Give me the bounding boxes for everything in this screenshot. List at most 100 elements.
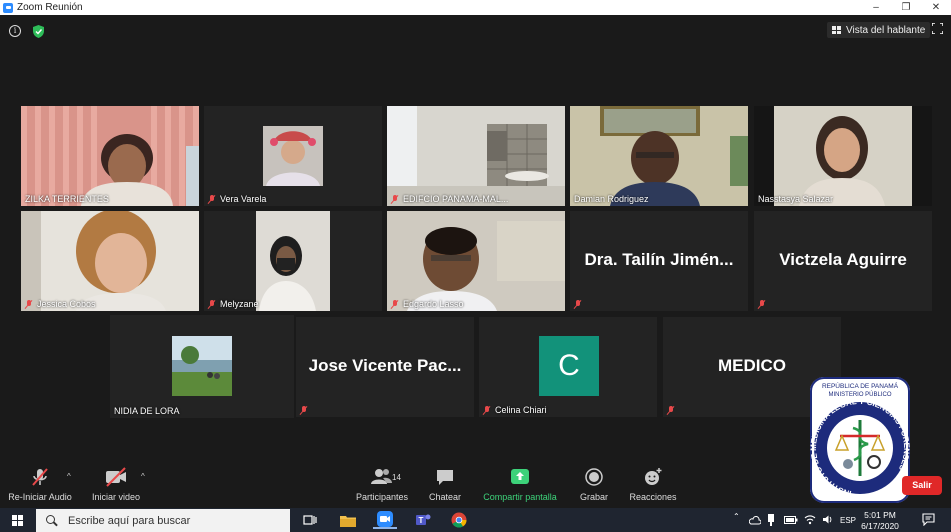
- tray-chevron-icon[interactable]: ⌃: [733, 512, 740, 521]
- close-window-button[interactable]: ✕: [921, 2, 951, 13]
- participant-video: [387, 211, 565, 311]
- clock-time: 5:01 PM: [864, 510, 896, 520]
- participant-name: Melyzane: [208, 299, 259, 309]
- video-tile-melyzane[interactable]: Melyzane: [204, 211, 382, 311]
- windows-start-icon[interactable]: [12, 515, 23, 526]
- taskbar-search[interactable]: [36, 509, 290, 532]
- participant-name: [667, 406, 679, 415]
- minimize-button[interactable]: –: [861, 2, 891, 13]
- search-icon: [46, 514, 58, 527]
- windows-taskbar: T ⌃ ESP 5:01 PM 6/17/2020: [0, 508, 951, 532]
- participant-name: NIDIA DE LORA: [114, 406, 180, 416]
- audio-button[interactable]: Re-Iniciar Audio: [7, 466, 73, 502]
- usb-device-icon[interactable]: [767, 514, 775, 526]
- avatar: C: [539, 336, 599, 396]
- window-titlebar: Zoom Reunión – ❐ ✕: [0, 0, 951, 15]
- participant-video: [21, 211, 199, 311]
- participants-button[interactable]: 14 Participantes: [354, 466, 410, 502]
- video-tile-edificio[interactable]: EDIFCIO PANAMA-MAL...: [387, 106, 565, 206]
- reactions-icon: [645, 468, 662, 485]
- meeting-info-icon[interactable]: i: [9, 25, 21, 37]
- wifi-icon[interactable]: [804, 514, 816, 525]
- video-tile-tailin[interactable]: Dra. Tailín Jimén...: [570, 211, 748, 311]
- record-button[interactable]: Grabar: [578, 466, 610, 502]
- window-title: Zoom Reunión: [17, 2, 83, 13]
- share-screen-button[interactable]: Compartir pantalla: [480, 466, 560, 502]
- participant-video: [204, 106, 382, 206]
- onedrive-icon[interactable]: [749, 515, 761, 525]
- muted-mic-icon: [300, 406, 308, 415]
- taskbar-clock[interactable]: 5:01 PM 6/17/2020: [859, 510, 901, 532]
- video-options-caret[interactable]: ^: [141, 472, 145, 481]
- task-view-icon[interactable]: [298, 511, 322, 529]
- video-button[interactable]: Iniciar video: [89, 466, 143, 502]
- participant-name: [300, 406, 312, 415]
- video-tile-victzela[interactable]: Victzela Aguirre: [754, 211, 932, 311]
- participant-video: [754, 106, 932, 206]
- muted-mic-icon: [574, 300, 582, 309]
- participant-display-name: Jose Vicente Pac...: [308, 356, 462, 375]
- share-screen-icon: [511, 469, 529, 484]
- reactions-button[interactable]: Reacciones: [629, 466, 677, 502]
- zoom-app-icon: [3, 2, 13, 13]
- video-off-icon: [106, 467, 126, 487]
- video-tile-celina[interactable]: C Celina Chiari: [479, 317, 657, 417]
- video-tile-zilka[interactable]: ZILKA TERRIENTES: [21, 106, 199, 206]
- record-label: Grabar: [579, 492, 608, 502]
- audio-label: Re-Iniciar Audio: [8, 492, 72, 502]
- muted-mic-icon: [208, 299, 216, 309]
- chrome-icon[interactable]: [447, 511, 471, 529]
- video-tile-jose-vicente[interactable]: Jose Vicente Pac...: [296, 317, 474, 417]
- participant-name: EDIFCIO PANAMA-MAL...: [391, 194, 508, 204]
- speaker-view-label: Vista del hablante: [846, 24, 926, 36]
- volume-icon[interactable]: [822, 514, 834, 525]
- video-tile-jessica[interactable]: Jessica Cobos: [21, 211, 199, 311]
- share-screen-label: Compartir pantalla: [483, 492, 557, 502]
- chat-label: Chatear: [428, 492, 462, 502]
- encryption-shield-icon[interactable]: [33, 25, 44, 38]
- video-tile-nasstasya[interactable]: Nasstasya Salazar: [754, 106, 932, 206]
- participant-video: [110, 315, 294, 418]
- participant-name: Damian Rodriguez: [574, 194, 649, 204]
- zoom-taskbar-icon[interactable]: [373, 511, 397, 529]
- participant-display-name: Victzela Aguirre: [779, 250, 907, 269]
- teams-icon[interactable]: T: [411, 511, 435, 529]
- participant-name: Edgardo Lasso: [391, 299, 464, 309]
- video-label: Iniciar video: [91, 492, 141, 502]
- video-tile-vera[interactable]: Vera Varela: [204, 106, 382, 206]
- muted-mic-icon: [208, 194, 216, 204]
- muted-mic-icon: [32, 468, 48, 486]
- participant-name: Vera Varela: [208, 194, 266, 204]
- participant-video: [387, 106, 565, 206]
- participant-display-name: Dra. Tailín Jimén...: [584, 250, 734, 269]
- participant-name: ZILKA TERRIENTES: [25, 194, 109, 204]
- leave-meeting-button[interactable]: Salir: [902, 476, 942, 495]
- restore-button[interactable]: ❐: [891, 2, 921, 13]
- speaker-view-icon: [832, 26, 841, 34]
- fullscreen-icon[interactable]: [932, 23, 943, 34]
- svg-text:T: T: [419, 516, 424, 525]
- battery-icon[interactable]: [784, 516, 798, 524]
- chat-icon: [437, 470, 453, 485]
- participant-video: [21, 106, 199, 206]
- speaker-view-button[interactable]: Vista del hablante: [827, 22, 931, 38]
- participants-label: Participantes: [355, 492, 409, 502]
- video-tile-nidia[interactable]: NIDIA DE LORA: [110, 315, 294, 418]
- participant-video: [204, 211, 382, 311]
- file-explorer-icon[interactable]: [336, 511, 360, 529]
- logo-line-2: MINISTERIO PÚBLICO: [828, 391, 891, 398]
- chat-button[interactable]: Chatear: [427, 466, 463, 502]
- language-indicator[interactable]: ESP: [840, 516, 856, 525]
- video-tile-damian[interactable]: Damian Rodriguez: [570, 106, 748, 206]
- participant-name: Jessica Cobos: [25, 299, 96, 309]
- muted-mic-icon: [758, 300, 766, 309]
- muted-mic-icon: [391, 194, 399, 204]
- muted-mic-icon: [25, 299, 33, 309]
- taskbar-search-input[interactable]: [68, 514, 268, 527]
- video-tile-edgardo[interactable]: Edgardo Lasso: [387, 211, 565, 311]
- participant-name: Celina Chiari: [483, 405, 547, 415]
- participant-video: [570, 106, 748, 206]
- audio-options-caret[interactable]: ^: [67, 472, 71, 481]
- notifications-icon[interactable]: [922, 513, 935, 526]
- reactions-label: Reacciones: [629, 492, 677, 502]
